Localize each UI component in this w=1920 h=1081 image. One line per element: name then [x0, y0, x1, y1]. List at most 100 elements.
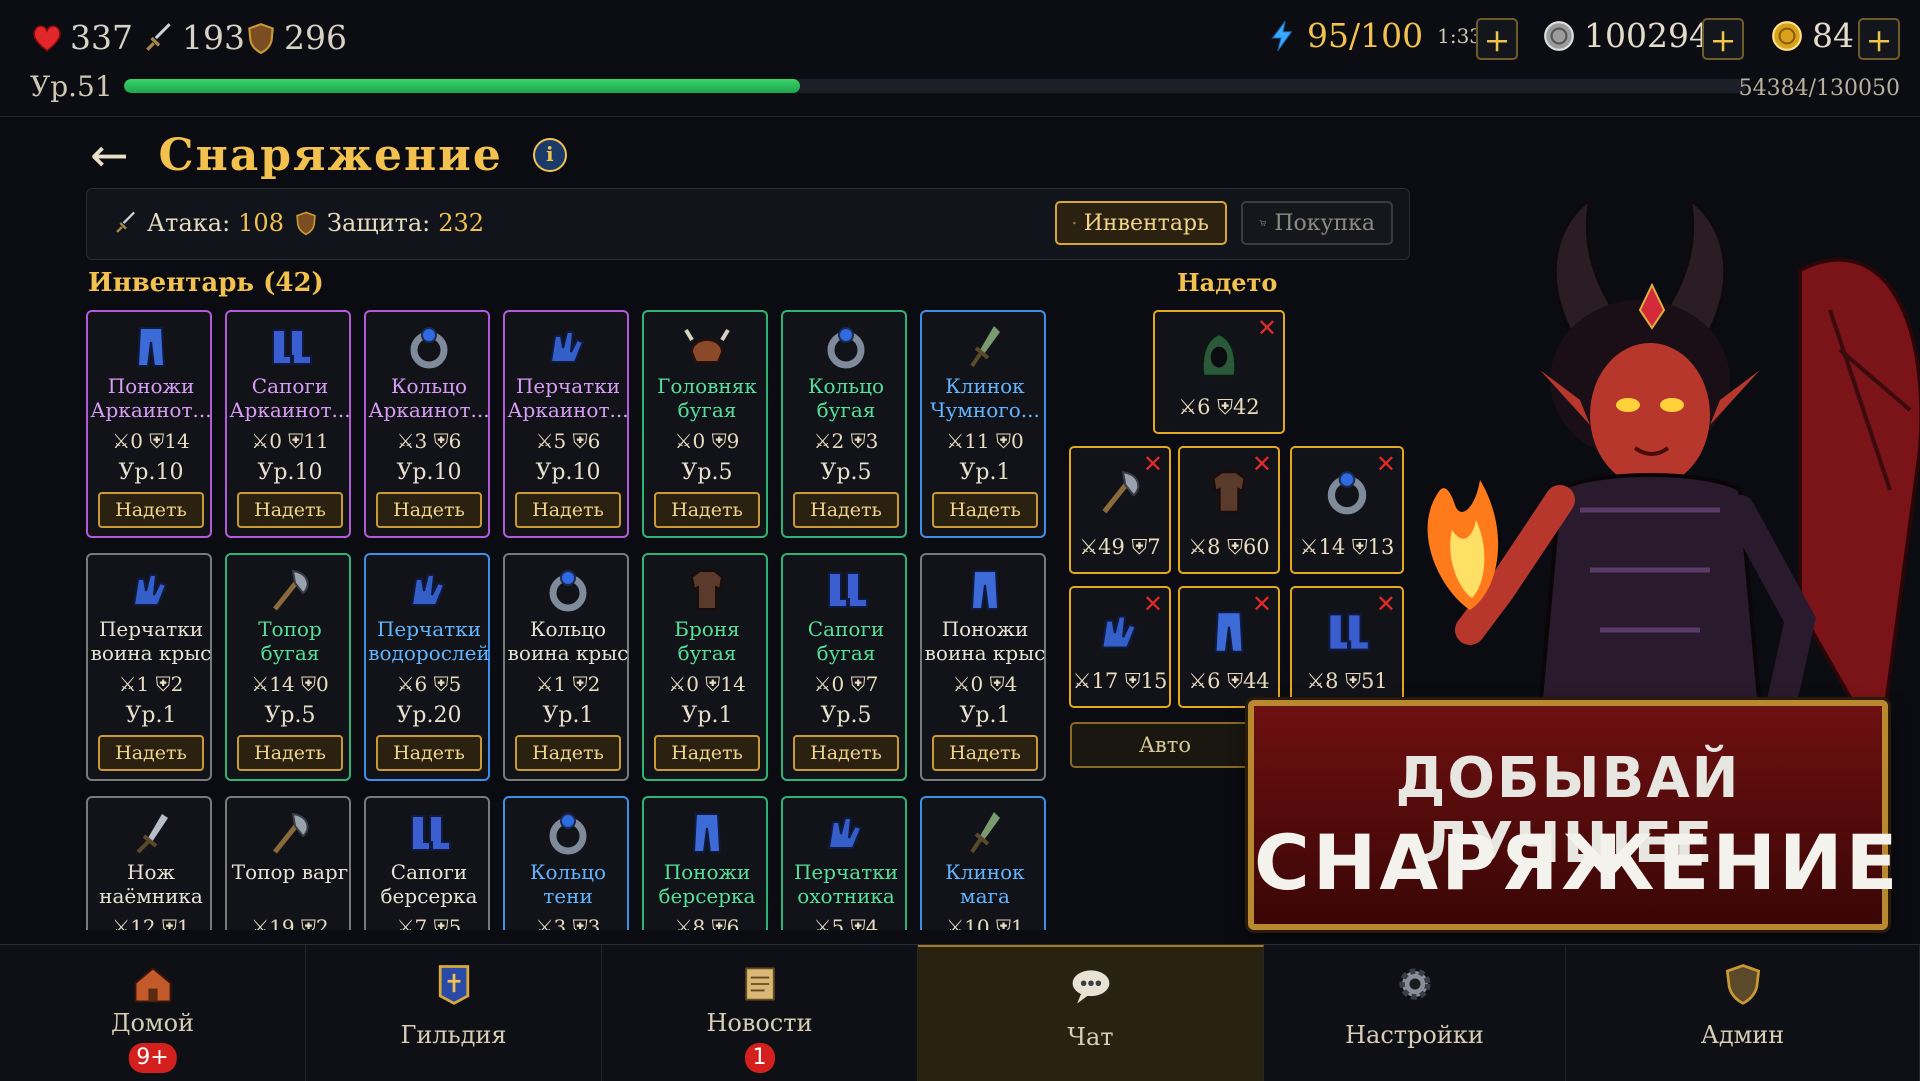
inventory-item-card[interactable]: Перчатки охотника⚔5 ⛨4Надеть — [781, 796, 907, 930]
blade-icon — [970, 326, 1000, 368]
item-level: Ур.10 — [118, 460, 184, 485]
inventory-item-card[interactable]: Поножи воина крыс ⚔0 ⛨4 Ур.1 Надеть — [920, 553, 1046, 781]
item-stats: ⚔0 ⛨14 — [668, 672, 746, 696]
player-level: Ур.51 — [30, 70, 113, 103]
equip-button[interactable]: Надеть — [932, 735, 1038, 771]
hp-stat: 337 — [30, 18, 133, 57]
equip-button[interactable]: Надеть — [515, 735, 621, 771]
equip-button[interactable]: Надеть — [98, 735, 204, 771]
ring-icon — [410, 327, 448, 369]
inventory-item-card[interactable]: Перчатки Аркаинот... ⚔5 ⛨6 Ур.10 Надеть — [503, 310, 629, 538]
inventory-item-card[interactable]: Поножи берсерка⚔8 ⛨6Надеть — [642, 796, 768, 930]
silver-value: 100294 — [1584, 16, 1710, 55]
inventory-item-card[interactable]: Сапоги Аркаинот... ⚔0 ⛨11 Ур.10 Надеть — [225, 310, 351, 538]
nav-scroll[interactable]: Новости 1 — [602, 945, 918, 1081]
shield-icon — [296, 211, 316, 236]
inventory-item-card[interactable]: Кольцо воина крыс ⚔1 ⛨2 Ур.1 Надеть — [503, 553, 629, 781]
nav-guild-banner[interactable]: Гильдия — [306, 945, 602, 1081]
stats-bar: Атака: 108 Защита: 232 Инвентарь Покупка — [86, 188, 1410, 260]
equip-button[interactable]: Надеть — [793, 735, 899, 771]
inventory-item-card[interactable]: Клинок мага⚔10 ⛨1Надеть — [920, 796, 1046, 930]
inventory-item-card[interactable]: Клинок Чумного... ⚔11 ⛨0 Ур.1 Надеть — [920, 310, 1046, 538]
scroll-icon — [744, 967, 775, 1001]
gloves-icon — [1101, 615, 1137, 649]
info-icon[interactable]: i — [532, 138, 567, 172]
inventory-item-card[interactable]: Перчатки водорослей ⚔6 ⛨5 Ур.20 Надеть — [364, 553, 490, 781]
item-stats: ⚔8 ⛨6 — [674, 915, 740, 930]
item-name: Клинок Чумного... — [930, 374, 1040, 422]
top-bar: 337 193 296 Ур.51 54384/130050 95/100 1:… — [0, 0, 1920, 117]
gloves-icon — [132, 574, 168, 606]
add-silver-button[interactable]: + — [1702, 18, 1744, 60]
ring-icon — [549, 570, 587, 612]
auto-equip-button[interactable]: Авто — [1070, 722, 1260, 768]
item-stats: ⚔0 ⛨9 — [674, 429, 740, 453]
inventory-item-card[interactable]: Броня бугая ⚔0 ⛨14 Ур.1 Надеть — [642, 553, 768, 781]
inventory-item-card[interactable]: Поножи Аркаинот... ⚔0 ⛨14 Ур.10 Надеть — [86, 310, 212, 538]
house-icon — [134, 967, 171, 1003]
equip-button[interactable]: Надеть — [654, 735, 760, 771]
equip-button[interactable]: Надеть — [515, 492, 621, 528]
defense-stat: 296 — [244, 18, 347, 57]
item-name: Поножи Аркаинот... — [90, 374, 212, 422]
notification-badge: 9+ — [128, 1043, 177, 1073]
boots-icon — [411, 815, 451, 851]
inventory-item-card[interactable]: Перчатки воина крыс ⚔1 ⛨2 Ур.1 Надеть — [86, 553, 212, 781]
equip-button[interactable]: Надеть — [793, 492, 899, 528]
item-name: Поножи берсерка — [658, 860, 756, 908]
axe-icon — [273, 812, 309, 854]
notification-badge: 1 — [744, 1043, 775, 1073]
inventory-item-card[interactable]: Нож наёмника⚔12 ⛨1Надеть — [86, 796, 212, 930]
equip-button[interactable]: Надеть — [237, 735, 343, 771]
equip-button[interactable]: Надеть — [98, 492, 204, 528]
inventory-item-card[interactable]: Головняк бугая ⚔0 ⛨9 Ур.5 Надеть — [642, 310, 768, 538]
inventory-item-card[interactable]: Сапоги бугая ⚔0 ⛨7 Ур.5 Надеть — [781, 553, 907, 781]
equipped-slot[interactable]: ✕ ⚔49 ⛨7 — [1069, 446, 1171, 574]
item-stats: ⚔12 ⛨1 — [112, 915, 190, 930]
box-icon — [1073, 221, 1076, 225]
equip-button[interactable]: Надеть — [654, 492, 760, 528]
item-stats: ⚔0 ⛨14 — [112, 429, 190, 453]
bottom-nav: Домой 9+ Гильдия Новости 1 Чат Настройки Админ — [0, 944, 1920, 1081]
equip-button[interactable]: Надеть — [237, 492, 343, 528]
item-stats: ⚔3 ⛨3 — [535, 915, 601, 930]
equipped-slot[interactable]: ✕ ⚔17 ⛨15 — [1069, 586, 1171, 708]
inventory-item-card[interactable]: Топор бугая ⚔14 ⛨0 Ур.5 Надеть — [225, 553, 351, 781]
item-stats: ⚔7 ⛨5 — [396, 915, 462, 930]
inventory-item-card[interactable]: Сапоги берсерка⚔7 ⛨5Надеть — [364, 796, 490, 930]
nav-shield[interactable]: Админ — [1566, 945, 1920, 1081]
item-stats: ⚔1 ⛨2 — [535, 672, 601, 696]
item-name: Поножи воина крыс — [924, 617, 1046, 665]
inventory-item-card[interactable]: Кольцо бугая ⚔2 ⛨3 Ур.5 Надеть — [781, 310, 907, 538]
add-gold-button[interactable]: + — [1858, 18, 1900, 60]
nav-label: Домой — [110, 1009, 195, 1037]
equip-button[interactable]: Надеть — [932, 492, 1038, 528]
xp-bar — [124, 79, 1746, 93]
inventory-item-card[interactable]: Кольцо тени⚔3 ⛨3Надеть — [503, 796, 629, 930]
nav-chat[interactable]: Чат — [918, 945, 1264, 1081]
equip-button[interactable]: Надеть — [376, 735, 482, 771]
nav-house[interactable]: Домой 9+ — [0, 945, 306, 1081]
nav-label: Админ — [1700, 1021, 1785, 1049]
nav-gear[interactable]: Настройки — [1264, 945, 1566, 1081]
inventory-item-card[interactable]: Топор варг⚔19 ⛨2Надеть — [225, 796, 351, 930]
add-energy-button[interactable]: + — [1476, 18, 1518, 60]
item-stats: ⚔2 ⛨3 — [813, 429, 879, 453]
armor-icon — [690, 570, 724, 610]
item-name: Кольцо бугая — [807, 374, 884, 422]
back-button[interactable]: ← — [90, 128, 129, 182]
inventory-item-card[interactable]: Кольцо Аркаинот... ⚔3 ⛨6 Ур.10 Надеть — [364, 310, 490, 538]
item-stats: ⚔0 ⛨11 — [251, 429, 329, 453]
defense-total-value: 232 — [438, 209, 485, 237]
tab-inventory[interactable]: Инвентарь — [1055, 201, 1227, 245]
ring-icon — [827, 327, 865, 369]
tab-inventory-label: Инвентарь — [1083, 210, 1209, 236]
defense-value: 296 — [284, 18, 347, 57]
item-name: Перчатки Аркаинот... — [507, 374, 629, 422]
nav-label: Настройки — [1345, 1021, 1484, 1049]
pants-icon — [970, 570, 1000, 610]
item-level: Ур.5 — [820, 460, 872, 485]
attack-total-value: 108 — [238, 209, 284, 237]
equip-button[interactable]: Надеть — [376, 492, 482, 528]
item-level: Ур.1 — [681, 703, 733, 728]
